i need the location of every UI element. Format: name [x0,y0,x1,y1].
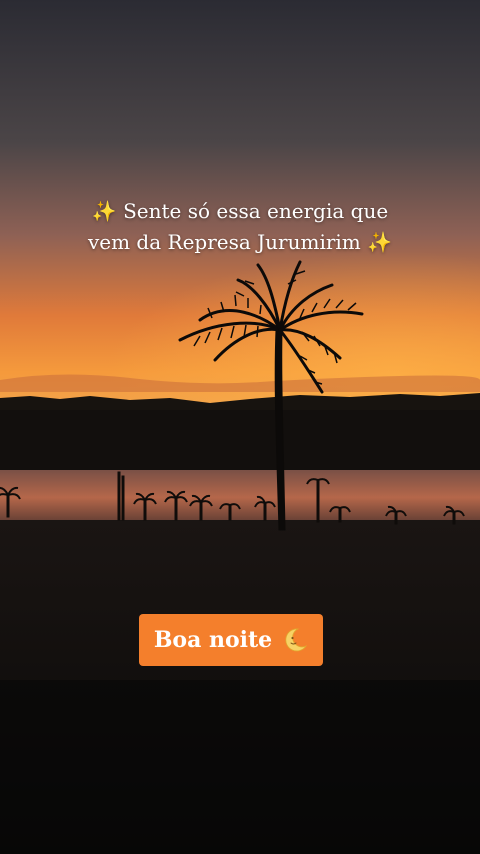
crescent-moon-face-icon [282,627,308,653]
good-night-label: Boa noite [153,627,273,653]
sunset-photo [0,0,480,854]
story-frame: ✨ Sente só essa energia que vem da Repre… [0,0,480,854]
lake [0,470,480,525]
story-caption: ✨ Sente só essa energia que vem da Repre… [60,196,420,258]
caption-line-1: ✨ Sente só essa energia que [91,199,389,223]
caption-line-2: vem da Represa Jurumirim ✨ [87,230,393,254]
good-night-sticker: Boa noite [139,614,323,666]
